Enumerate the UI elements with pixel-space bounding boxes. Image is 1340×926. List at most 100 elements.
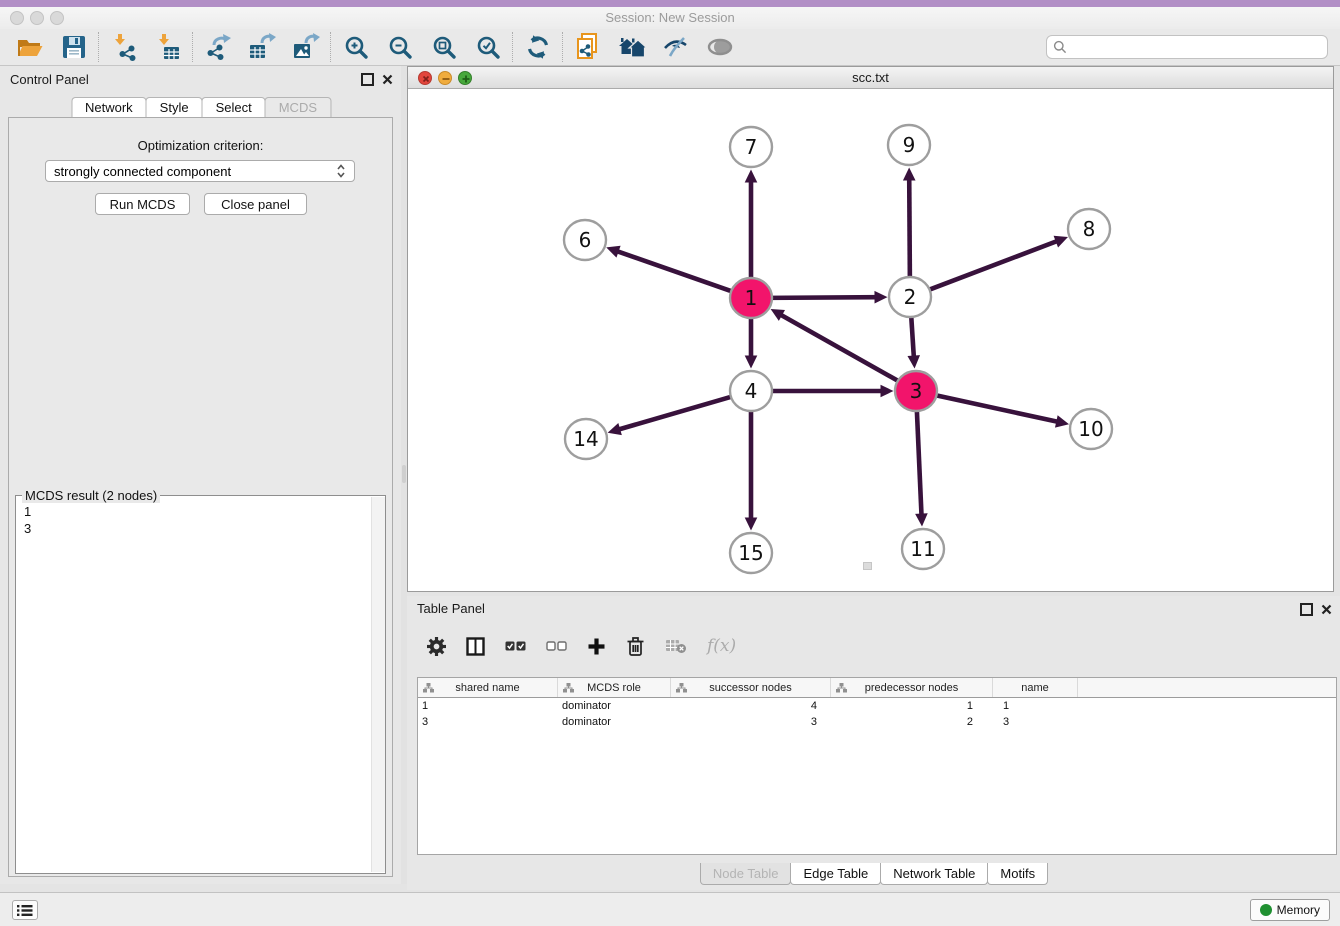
graph-node-6[interactable]: 6 <box>564 220 606 260</box>
delete-column-icon[interactable] <box>626 634 645 658</box>
settings-gear-icon[interactable] <box>427 634 446 658</box>
tab-style[interactable]: Style <box>146 97 203 118</box>
zoom-in-icon[interactable] <box>334 31 378 63</box>
network-canvas[interactable]: 7 9 6 8 1 2 4 3 14 10 15 11 <box>408 89 1333 591</box>
export-image-icon[interactable] <box>284 31 328 63</box>
open-session-icon[interactable] <box>8 31 52 63</box>
graph-edge-2-9[interactable] <box>909 178 910 278</box>
column-header-predecessor-nodes[interactable]: predecessor nodes <box>831 678 993 697</box>
zoom-out-icon[interactable] <box>378 31 422 63</box>
graph-node-1[interactable]: 1 <box>730 278 772 318</box>
home-layout-icon[interactable] <box>610 31 654 63</box>
graph-edge-1-2[interactable] <box>769 297 876 298</box>
graph-node-15[interactable]: 15 <box>730 533 772 573</box>
graph-node-9[interactable]: 9 <box>888 125 930 165</box>
tab-node-table[interactable]: Node Table <box>700 863 792 885</box>
graph-edge-4-14[interactable] <box>618 396 733 429</box>
cell-predecessor-nodes[interactable]: 2 <box>831 716 993 728</box>
mcds-result-list[interactable]: 1 3 <box>16 498 371 873</box>
float-panel-icon[interactable] <box>361 73 374 86</box>
refresh-network-icon[interactable] <box>516 31 560 63</box>
hide-panels-eye-icon[interactable] <box>654 31 698 63</box>
table-row[interactable]: 1 dominator 4 1 1 <box>418 698 1336 714</box>
minimize-network-icon[interactable] <box>438 71 452 85</box>
graph-node-14[interactable]: 14 <box>565 419 607 459</box>
graph-edge-3-1[interactable] <box>780 314 900 381</box>
column-header-mcds-role[interactable]: MCDS role <box>558 678 671 697</box>
graph-node-4[interactable]: 4 <box>730 371 772 411</box>
tab-edge-table[interactable]: Edge Table <box>790 863 881 885</box>
memory-button[interactable]: Memory <box>1250 899 1330 921</box>
add-column-icon[interactable] <box>587 634 606 658</box>
control-panel-title: Control Panel <box>10 72 89 87</box>
column-header-shared-name[interactable]: shared name <box>418 678 558 697</box>
clone-network-icon[interactable] <box>566 31 610 63</box>
cell-mcds-role[interactable]: dominator <box>558 700 671 712</box>
graph-node-10[interactable]: 10 <box>1070 409 1112 449</box>
run-mcds-button[interactable]: Run MCDS <box>95 193 190 215</box>
save-session-icon[interactable] <box>52 31 96 63</box>
zoom-selected-icon[interactable] <box>466 31 510 63</box>
graph-edge-2-8[interactable] <box>927 241 1057 291</box>
task-history-button[interactable] <box>12 900 38 920</box>
table-row[interactable]: 3 dominator 3 2 3 <box>418 714 1336 730</box>
close-network-icon[interactable] <box>418 71 432 85</box>
close-table-panel-icon[interactable] <box>1321 604 1332 615</box>
graph-node-3[interactable]: 3 <box>895 371 937 411</box>
splitter-handle[interactable] <box>402 465 406 483</box>
optimization-criterion-select[interactable]: strongly connected component <box>45 160 355 182</box>
graph-node-label: 3 <box>910 379 923 403</box>
main-titlebar: Session: New Session <box>0 7 1340 30</box>
tab-network[interactable]: Network <box>71 97 147 118</box>
tab-mcds[interactable]: MCDS <box>265 97 331 118</box>
cell-successor-nodes[interactable]: 3 <box>671 716 831 728</box>
graph-node-11[interactable]: 11 <box>902 529 944 569</box>
table-panel: Table Panel <box>407 596 1340 890</box>
cell-shared-name[interactable]: 3 <box>418 716 558 728</box>
unselect-all-icon[interactable] <box>546 634 567 658</box>
cell-shared-name[interactable]: 1 <box>418 700 558 712</box>
import-network-icon[interactable] <box>102 31 146 63</box>
graph-node-7[interactable]: 7 <box>730 127 772 167</box>
minimize-traffic-light[interactable] <box>30 11 44 25</box>
window-resize-handle[interactable] <box>863 562 872 570</box>
graph-node-8[interactable]: 8 <box>1068 209 1110 249</box>
graph-edge-3-11[interactable] <box>917 409 922 515</box>
graph-edge-2-3[interactable] <box>911 315 914 357</box>
export-table-icon[interactable] <box>240 31 284 63</box>
close-panel-icon[interactable] <box>382 74 393 85</box>
tab-network-table[interactable]: Network Table <box>880 863 988 885</box>
import-table-icon[interactable] <box>146 31 190 63</box>
network-window-titlebar[interactable]: scc.txt <box>408 67 1333 89</box>
column-type-icon <box>423 683 434 693</box>
show-view-eye-icon[interactable] <box>698 31 742 63</box>
maximize-network-icon[interactable] <box>458 71 472 85</box>
tab-motifs[interactable]: Motifs <box>987 863 1048 885</box>
cell-name[interactable]: 3 <box>993 716 1078 728</box>
graph-node-2[interactable]: 2 <box>889 277 931 317</box>
cell-name[interactable]: 1 <box>993 700 1078 712</box>
zoom-traffic-light[interactable] <box>50 11 64 25</box>
search-box[interactable] <box>1046 35 1328 59</box>
main-toolbar <box>0 29 1340 66</box>
select-all-icon[interactable] <box>505 634 526 658</box>
tab-select[interactable]: Select <box>202 97 266 118</box>
column-header-successor-nodes[interactable]: successor nodes <box>671 678 831 697</box>
show-columns-icon[interactable] <box>466 634 485 658</box>
graph-edge-1-6[interactable] <box>617 251 734 292</box>
cell-successor-nodes[interactable]: 4 <box>671 700 831 712</box>
column-header-name[interactable]: name <box>993 678 1078 697</box>
graph-node-label: 11 <box>910 537 935 561</box>
cell-predecessor-nodes[interactable]: 1 <box>831 700 993 712</box>
export-network-icon[interactable] <box>196 31 240 63</box>
search-input[interactable] <box>1071 39 1321 55</box>
cell-mcds-role[interactable]: dominator <box>558 716 671 728</box>
fit-content-icon[interactable] <box>422 31 466 63</box>
close-panel-button[interactable]: Close panel <box>204 193 307 215</box>
search-icon <box>1053 40 1067 54</box>
graph-edge-3-10[interactable] <box>934 395 1058 422</box>
float-table-panel-icon[interactable] <box>1300 603 1313 616</box>
toolbar-separator <box>330 32 332 62</box>
close-traffic-light[interactable] <box>10 11 24 25</box>
result-scrollbar[interactable] <box>371 497 385 872</box>
